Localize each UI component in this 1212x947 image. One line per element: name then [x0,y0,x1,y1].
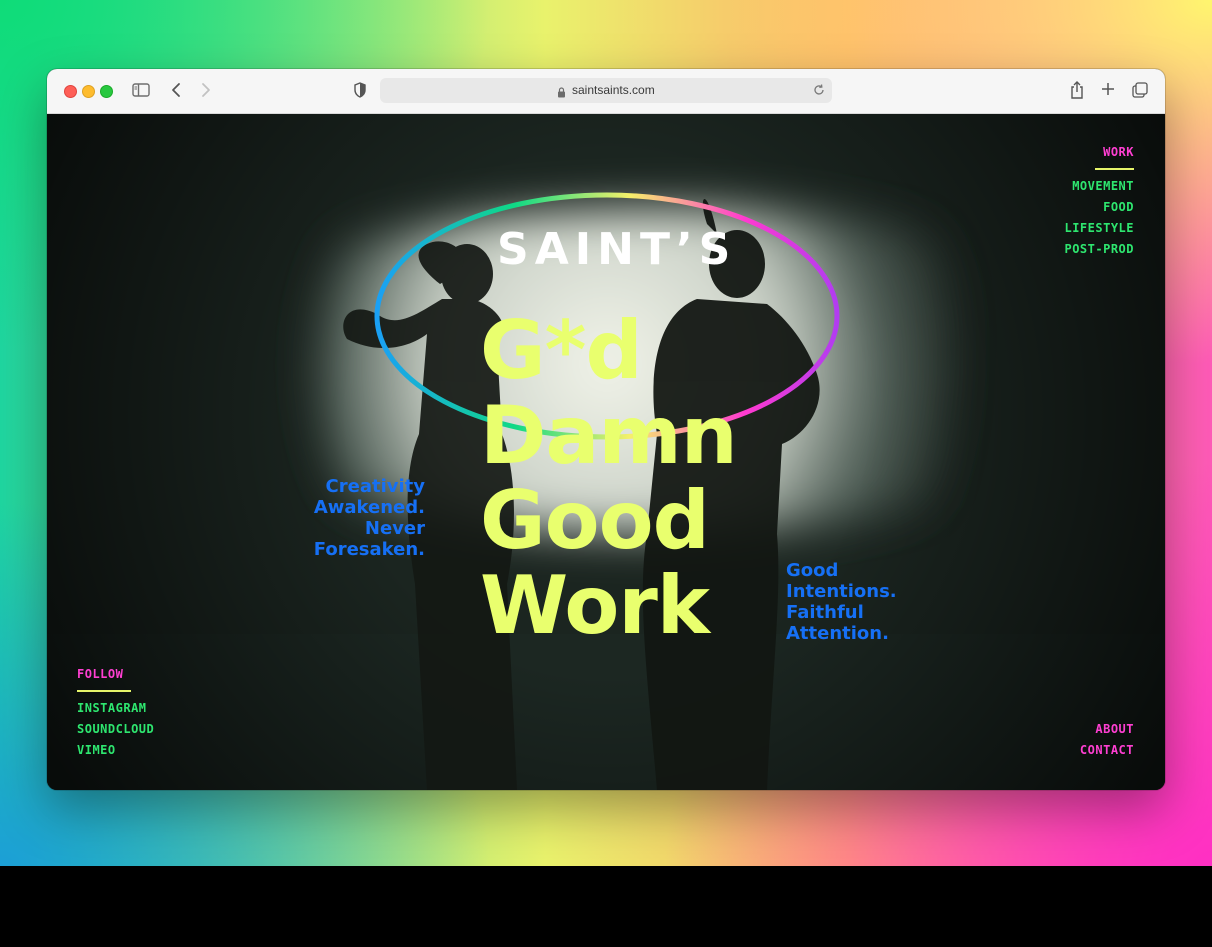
bottom-black-band [0,866,1212,947]
about-link[interactable]: ABOUT [1095,722,1134,736]
forward-icon[interactable] [200,81,212,104]
lock-icon [557,85,566,103]
reload-icon[interactable] [812,83,826,102]
tabs-overview-icon[interactable] [1132,82,1148,103]
tagline-left: Creativity Awakened. Never Foresaken. [293,476,425,560]
work-nav-underline [1095,168,1134,170]
share-icon[interactable] [1069,80,1085,105]
tagline-right-line: Attention. [786,623,889,644]
headline-line-3: Good [480,474,710,567]
tagline-right-line: Intentions. [786,581,897,602]
minimize-window-button[interactable] [82,85,95,98]
tagline-right-line: Good [786,560,839,581]
contact-link[interactable]: CONTACT [1080,743,1134,757]
tagline-left-line: Foresaken. [313,539,425,560]
work-nav-item-movement[interactable]: MOVEMENT [1072,179,1134,193]
close-window-button[interactable] [64,85,77,98]
work-nav-item-food[interactable]: FOOD [1103,200,1134,214]
headline-line-1: G*d [480,304,643,397]
work-nav-item-post-prod[interactable]: POST-PROD [1064,242,1134,256]
maximize-window-button[interactable] [100,85,113,98]
follow-nav-underline [77,690,131,692]
saints-logo[interactable]: SAINT’S [497,224,736,275]
follow-nav-heading: FOLLOW [77,667,124,681]
tagline-left-line: Awakened. [313,497,425,518]
address-bar[interactable]: saintsaints.com [380,78,832,103]
tagline-left-line: Never [364,518,425,539]
url-text: saintsaints.com [572,83,655,97]
sidebar-icon[interactable] [132,83,150,102]
work-nav-heading[interactable]: WORK [1103,145,1134,159]
follow-link-instagram[interactable]: INSTAGRAM [77,701,147,715]
page-viewport: SAINT’S G*d Damn Good Work Creativity Aw… [47,114,1165,790]
browser-toolbar: saintsaints.com [47,69,1165,114]
headline-line-4: Work [480,559,710,652]
back-icon[interactable] [170,81,182,104]
new-tab-icon[interactable] [1101,82,1115,101]
tagline-right: Good Intentions. Faithful Attention. [786,560,897,644]
follow-link-soundcloud[interactable]: SOUNDCLOUD [77,722,154,736]
tagline-right-line: Faithful [786,602,864,623]
browser-window: saintsaints.com SAINT’S G*d Damn Good Wo… [47,69,1165,790]
work-nav-item-lifestyle[interactable]: LIFESTYLE [1064,221,1134,235]
follow-link-vimeo[interactable]: VIMEO [77,743,116,757]
tagline-left-line: Creativity [325,476,425,497]
shield-icon[interactable] [353,81,367,104]
headline-line-2: Damn [480,389,738,482]
